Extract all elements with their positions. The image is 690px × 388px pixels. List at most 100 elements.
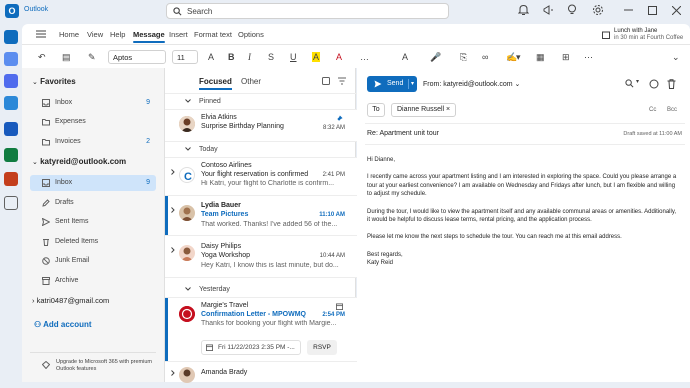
tab-insert[interactable]: Insert <box>169 30 188 39</box>
people-app-icon[interactable] <box>4 74 18 88</box>
tab-message[interactable]: Message <box>133 30 165 43</box>
bell-icon[interactable] <box>518 4 529 16</box>
group-header-today[interactable]: Today <box>165 142 357 158</box>
tab-help[interactable]: Help <box>110 30 125 39</box>
highlight-icon[interactable]: A <box>312 52 321 62</box>
discard-trash-icon[interactable] <box>667 79 676 89</box>
tab-options[interactable]: Options <box>238 30 264 39</box>
attach-file-icon[interactable]: ⎘ <box>460 52 467 62</box>
to-button[interactable]: To <box>367 103 385 117</box>
pin-icon[interactable] <box>336 115 343 122</box>
more-formatting-icon[interactable]: … <box>360 52 369 62</box>
group-header-pinned[interactable]: Pinned <box>165 94 357 110</box>
rsvp-button[interactable]: RSVP <box>307 340 337 355</box>
folder-junk-email[interactable]: Junk Email <box>30 253 156 269</box>
chevron-right-icon[interactable] <box>171 169 175 175</box>
group-header-yesterday[interactable]: Yesterday <box>165 282 357 298</box>
italic-icon[interactable]: I <box>248 52 251 62</box>
mail-app-icon[interactable] <box>4 30 18 44</box>
apps-icon[interactable]: ⊞ <box>562 52 570 62</box>
link-icon[interactable]: ∞ <box>482 52 488 62</box>
immersive-reader-icon[interactable] <box>649 79 659 89</box>
send-button[interactable]: Send ▾ <box>367 76 417 92</box>
font-size-select[interactable]: 11 <box>172 50 198 64</box>
chevron-right-icon[interactable] <box>171 207 175 213</box>
excel-app-icon[interactable] <box>4 148 18 162</box>
folder-inbox[interactable]: Inbox 9 <box>30 175 156 191</box>
message-item[interactable]: Amanda Brady <box>165 362 357 383</box>
send-dropdown-icon[interactable]: ▾ <box>411 80 414 87</box>
ribbon-more-icon[interactable]: ⋯ <box>584 52 593 62</box>
maximize-icon[interactable] <box>648 6 657 15</box>
folder-expenses[interactable]: Expenses <box>30 114 156 130</box>
meeting-reminder[interactable]: Lunch with Jane in 30 min at Fourth Coff… <box>614 28 683 42</box>
folder-deleted-items[interactable]: Deleted Items <box>30 234 156 250</box>
lightbulb-icon[interactable] <box>567 4 577 16</box>
zoom-dropdown-icon[interactable]: ▾ <box>636 78 639 85</box>
underline-icon[interactable]: U <box>290 52 297 62</box>
apps-grid-icon[interactable] <box>4 196 18 210</box>
message-body-editor[interactable]: Hi Dianne, I recently came across your a… <box>367 156 679 268</box>
styles-icon[interactable]: A <box>402 52 408 62</box>
message-item[interactable]: Lydia Bauer Team Pictures 11:10 AM That … <box>165 196 357 236</box>
from-field[interactable]: From: katyreid@outlook.com ⌄ <box>423 80 520 88</box>
word-app-icon[interactable] <box>4 122 18 136</box>
folder-archive[interactable]: Archive <box>30 273 156 289</box>
zoom-icon[interactable] <box>625 79 634 88</box>
tab-format-text[interactable]: Format text <box>194 30 232 39</box>
todo-app-icon[interactable] <box>4 96 18 110</box>
upgrade-banner[interactable]: Upgrade to Microsoft 365 with premium Ou… <box>30 352 156 388</box>
undo-icon[interactable]: ↶ <box>38 52 46 62</box>
powerpoint-app-icon[interactable] <box>4 172 18 186</box>
folder-favorites-inbox[interactable]: Inbox 9 <box>30 95 156 111</box>
strikethrough-icon[interactable]: S <box>268 52 274 62</box>
tab-focused[interactable]: Focused <box>199 77 232 90</box>
tab-home[interactable]: Home <box>59 30 79 39</box>
body-greeting: Hi Dianne, <box>367 157 396 163</box>
filter-icon[interactable] <box>338 77 346 85</box>
folder-label: Inbox <box>55 179 73 186</box>
signature-dropdown-icon[interactable]: ▾ <box>516 52 521 62</box>
remove-recipient-icon[interactable]: × <box>446 106 450 113</box>
event-date-chip[interactable]: Fri 11/22/2023 2:35 PM -... <box>201 340 301 355</box>
font-color-icon[interactable]: A <box>336 52 342 62</box>
folder-invoices[interactable]: Invoices 2 <box>30 134 156 150</box>
message-sender: Elvia Atkins <box>201 114 237 121</box>
folder-sent-items[interactable]: Sent Items <box>30 214 156 230</box>
bcc-button[interactable]: Bcc <box>667 107 677 113</box>
message-item[interactable]: Margie's Travel Confirmation Letter - MP… <box>165 298 357 362</box>
send-split-divider <box>408 79 409 89</box>
calendar-app-icon[interactable] <box>4 52 18 66</box>
grow-font-icon[interactable]: A <box>208 52 214 62</box>
settings-gear-icon[interactable] <box>592 4 604 16</box>
table-icon[interactable]: ▦ <box>536 52 545 62</box>
bold-icon[interactable]: B <box>228 52 235 62</box>
favorites-header[interactable]: ⌄ Favorites <box>32 77 76 86</box>
add-account-link[interactable]: ⚇ Add account <box>34 320 92 329</box>
recipient-chip[interactable]: Dianne Russell × <box>391 103 457 117</box>
megaphone-icon[interactable] <box>542 4 554 16</box>
font-family-select[interactable]: Aptos <box>108 50 166 64</box>
format-painter-icon[interactable]: ✎ <box>88 52 96 62</box>
folder-drafts[interactable]: Drafts <box>30 195 156 211</box>
chevron-right-icon[interactable] <box>171 370 175 376</box>
minimize-icon[interactable] <box>624 9 633 11</box>
tab-other[interactable]: Other <box>241 77 261 86</box>
select-checkbox-icon[interactable] <box>322 77 330 85</box>
ribbon-collapse-icon[interactable]: ⌄ <box>672 52 680 62</box>
message-item[interactable]: Daisy Philips Yoga Workshop 10:44 AM Hey… <box>165 236 357 278</box>
search-box[interactable]: Search <box>166 3 449 19</box>
event-date: Fri 11/22/2023 2:35 PM -... <box>218 344 295 351</box>
paste-icon[interactable]: ▤ <box>62 52 71 62</box>
subject-field[interactable]: Re: Apartment unit tour <box>367 130 439 137</box>
chevron-right-icon[interactable] <box>171 247 175 253</box>
hamburger-menu-icon[interactable] <box>36 30 46 38</box>
close-icon[interactable] <box>672 6 681 15</box>
account2-header[interactable]: › katri0487@gmail.com <box>32 296 109 305</box>
tab-view[interactable]: View <box>87 30 103 39</box>
cc-button[interactable]: Cc <box>649 107 656 113</box>
account-header[interactable]: ⌄ katyreid@outlook.com <box>32 157 126 166</box>
message-item[interactable]: C Contoso Airlines Your flight reservati… <box>165 158 357 196</box>
message-item[interactable]: Elvia Atkins Surprise Birthday Planning … <box>165 110 357 142</box>
dictate-icon[interactable]: 🎤 <box>430 52 441 62</box>
